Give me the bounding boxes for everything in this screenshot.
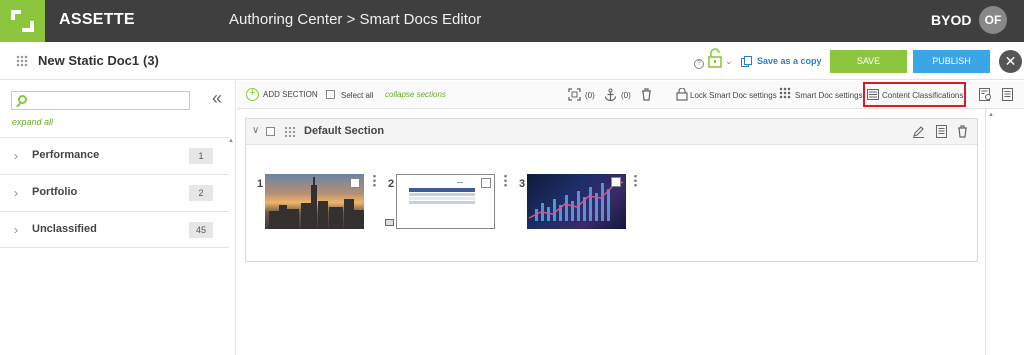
add-section-button[interactable]: ADD SECTION — [263, 90, 318, 99]
chevron-right-icon: › — [14, 149, 18, 163]
category-count: 45 — [189, 222, 213, 238]
classification-panel: « expand all ▲ › Performance 1 › Portfol… — [0, 81, 236, 355]
apps-grid-icon[interactable] — [16, 55, 28, 67]
section-card: ∨ Default Section 1 2 3 — [245, 118, 978, 262]
item-checkbox[interactable] — [481, 178, 491, 188]
section-checkbox[interactable] — [266, 127, 275, 136]
add-section-icon[interactable]: + — [246, 88, 259, 101]
chevron-down-icon[interactable]: ∨ — [252, 125, 259, 136]
document-header: New Static Doc1 (3) ? ⌄ Save as a copy S… — [0, 42, 1024, 80]
document-count: (3) — [143, 53, 159, 68]
brand-name: ASSETTE — [59, 11, 135, 28]
save-as-copy-link[interactable]: Save as a copy — [757, 56, 822, 66]
anchor-count: (0) — [621, 91, 631, 100]
item-checkbox[interactable] — [611, 177, 621, 187]
avatar[interactable]: OF — [979, 6, 1007, 34]
more-options-icon[interactable] — [634, 174, 637, 187]
assette-logo-icon[interactable] — [0, 0, 45, 42]
top-bar: ASSETTE Authoring Center > Smart Docs Ed… — [0, 0, 1024, 42]
section-title: Default Section — [304, 125, 385, 137]
category-unclassified[interactable]: › Unclassified 45 — [0, 211, 229, 248]
frame-count: (0) — [585, 91, 595, 100]
unlock-icon[interactable] — [706, 48, 726, 70]
trash-icon[interactable] — [641, 88, 652, 101]
document-title: New Static Doc1 — [38, 53, 140, 68]
city-skyline-thumbnail[interactable] — [265, 174, 364, 229]
save-button[interactable]: SAVE — [830, 50, 907, 73]
financial-chart-thumbnail[interactable] — [527, 174, 626, 229]
collapse-sections-link[interactable]: collapse sections — [385, 90, 446, 99]
chevron-down-icon[interactable]: ⌄ — [725, 56, 733, 67]
chevron-right-icon: › — [14, 223, 18, 237]
editor-toolbar: + ADD SECTION Select all collapse sectio… — [237, 81, 1024, 109]
edit-icon[interactable] — [912, 125, 925, 138]
category-label: Unclassified — [32, 223, 97, 235]
document-icon[interactable] — [936, 125, 947, 138]
drag-handle-icon[interactable] — [284, 126, 295, 138]
category-label: Portfolio — [32, 186, 78, 198]
category-label: Performance — [32, 149, 100, 161]
search-icon — [18, 95, 27, 104]
category-count: 2 — [189, 185, 213, 201]
collapse-panel-icon[interactable]: « — [212, 88, 222, 109]
classification-tag-icon[interactable] — [385, 219, 394, 226]
breadcrumb: Authoring Center > Smart Docs Editor — [229, 11, 482, 28]
focus-frame-icon[interactable] — [568, 88, 581, 101]
trash-icon[interactable] — [957, 125, 968, 138]
category-portfolio[interactable]: › Portfolio 2 — [0, 174, 229, 211]
search-input[interactable] — [11, 91, 190, 110]
more-options-icon[interactable] — [504, 174, 507, 187]
item-checkbox[interactable] — [350, 178, 360, 188]
chevron-right-icon: › — [14, 186, 18, 200]
item-number: 3 — [519, 178, 526, 190]
publish-button[interactable]: PUBLISH — [913, 50, 990, 73]
more-options-icon[interactable] — [373, 174, 376, 187]
section-header: ∨ Default Section — [246, 119, 977, 145]
content-classifications-highlight — [863, 82, 966, 107]
category-count: 1 — [189, 148, 213, 164]
expand-all-link[interactable]: expand all — [12, 117, 53, 127]
scroll-up-icon[interactable]: ▲ — [988, 112, 994, 118]
help-icon[interactable]: ? — [694, 59, 704, 69]
smart-doc-settings-button[interactable]: Smart Doc settings — [795, 91, 863, 100]
select-all-label[interactable]: Select all — [341, 91, 373, 100]
right-divider — [985, 109, 986, 355]
item-number: 1 — [257, 178, 264, 190]
smart-doc-settings-icon[interactable] — [779, 87, 791, 99]
copy-icon[interactable] — [741, 56, 752, 67]
document-icon[interactable] — [1002, 88, 1013, 101]
close-button[interactable]: ✕ — [999, 50, 1022, 73]
table-document-thumbnail[interactable] — [396, 174, 495, 229]
category-performance[interactable]: › Performance 1 — [0, 137, 229, 174]
lock-settings-icon[interactable] — [676, 88, 688, 101]
preview-icon[interactable] — [979, 88, 992, 101]
anchor-icon[interactable] — [604, 88, 617, 101]
lock-smart-doc-settings-button[interactable]: Lock Smart Doc settings — [690, 91, 777, 100]
tenant-name[interactable]: BYOD — [931, 12, 971, 28]
select-all-checkbox[interactable] — [326, 90, 335, 99]
item-number: 2 — [388, 178, 395, 190]
category-list: › Performance 1 › Portfolio 2 › Unclassi… — [0, 137, 229, 248]
